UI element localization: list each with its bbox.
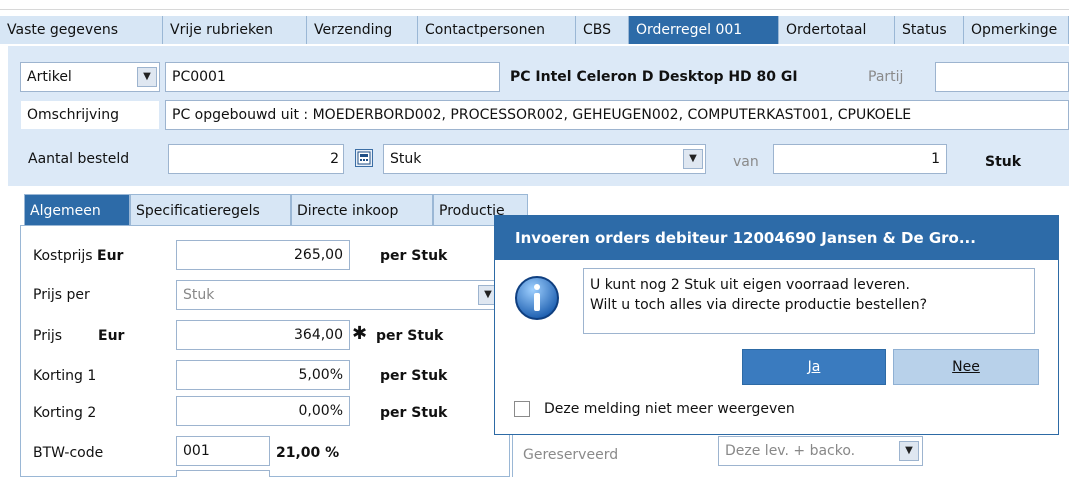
- chevron-down-icon[interactable]: ▼: [683, 149, 703, 169]
- prijs-input[interactable]: 364,00: [176, 320, 350, 350]
- nee-button-label: Nee: [952, 359, 980, 375]
- partij-label: Partij: [868, 69, 904, 85]
- tab-specificatieregels[interactable]: Specificatieregels: [130, 194, 291, 226]
- korting1-label: Korting 1: [33, 368, 97, 384]
- dialog-message-line2: Wilt u toch alles via directe productie …: [590, 297, 928, 313]
- tab-contactpersonen[interactable]: Contactpersonen: [418, 16, 576, 44]
- korting2-unit: per Stuk: [380, 405, 448, 421]
- calculator-icon[interactable]: [355, 149, 373, 167]
- btw-percentage: 21,00 %: [276, 445, 340, 461]
- korting1-input[interactable]: 5,00%: [176, 360, 350, 390]
- asterisk-icon: ✱: [352, 323, 368, 344]
- chevron-down-icon[interactable]: ▼: [899, 441, 919, 461]
- omschrijving-label: Omschrijving: [27, 107, 119, 123]
- tab-orderregel-001[interactable]: Orderregel 001: [629, 16, 779, 44]
- prijs-label-text: Prijs: [33, 328, 63, 344]
- tab-vrije-rubrieken[interactable]: Vrije rubrieken: [163, 16, 307, 44]
- eenheid-select[interactable]: Stuk: [383, 144, 706, 174]
- van-label: van: [733, 154, 759, 170]
- dialog-title: Invoeren orders debiteur 12004690 Jansen…: [495, 216, 1058, 260]
- kostprijs-input[interactable]: 265,00: [176, 240, 350, 270]
- partij-input[interactable]: [935, 62, 1069, 92]
- ja-button-label: Ja: [807, 359, 821, 375]
- van-input[interactable]: 1: [773, 144, 947, 174]
- tab-cbs[interactable]: CBS: [576, 16, 629, 44]
- prijs-per-label: Prijs per: [33, 287, 90, 303]
- btw-code-input[interactable]: 001: [176, 436, 270, 466]
- info-icon: [513, 274, 561, 322]
- kostprijs-label-text: Kostprijs: [33, 248, 93, 264]
- dialog-message: U kunt nog 2 Stuk uit eigen voorraad lev…: [583, 268, 1035, 334]
- nee-button[interactable]: Nee: [893, 349, 1039, 385]
- prijs-per-select[interactable]: Stuk: [176, 280, 498, 310]
- gereserveerd-select[interactable]: Deze lev. + backo.: [718, 436, 923, 466]
- kostprijs-label: Kostprijs Eur: [33, 246, 123, 266]
- gereserveerd-label: Gereserveerd: [523, 447, 619, 463]
- korting1-unit: per Stuk: [380, 368, 448, 384]
- btw-code-label: BTW-code: [33, 445, 104, 461]
- top-tab-bar: Vaste gegevens Vrije rubrieken Verzendin…: [0, 16, 1069, 44]
- tab-directe-inkoop[interactable]: Directe inkoop: [291, 194, 433, 226]
- top-edge: [0, 0, 1069, 10]
- dialog-message-line1: U kunt nog 2 Stuk uit eigen voorraad lev…: [590, 277, 910, 293]
- tab-algemeen[interactable]: Algemeen: [24, 194, 130, 226]
- prijs-label: Prijs Eur: [33, 326, 124, 346]
- tab-opmerkingen[interactable]: Opmerkinge: [964, 16, 1069, 44]
- ja-button[interactable]: Ja: [742, 349, 886, 385]
- omschrijving-input[interactable]: PC opgebouwd uit : MOEDERBORD002, PROCES…: [165, 100, 1069, 130]
- confirmation-dialog: Invoeren orders debiteur 12004690 Jansen…: [494, 215, 1059, 435]
- artikel-select-label: Artikel: [27, 69, 72, 85]
- currency-label: Eur: [97, 248, 124, 264]
- artikel-code-input[interactable]: PC0001: [165, 62, 500, 92]
- omschrijving-label-cell: Omschrijving: [20, 100, 160, 130]
- sub-tab-bar: Algemeen Specificatieregels Directe inko…: [8, 194, 528, 226]
- van-unit: Stuk: [985, 154, 1022, 170]
- dont-show-again-label: Deze melding niet meer weergeven: [544, 401, 795, 417]
- korting2-input[interactable]: 0,00%: [176, 396, 350, 426]
- aantal-besteld-input[interactable]: 2: [168, 144, 344, 174]
- korting2-label: Korting 2: [33, 405, 97, 421]
- artikel-description: PC Intel Celeron D Desktop HD 80 GI: [510, 69, 798, 85]
- dont-show-again-checkbox[interactable]: [514, 401, 530, 417]
- tab-ordertotaal[interactable]: Ordertotaal: [779, 16, 895, 44]
- tab-verzending[interactable]: Verzending: [307, 16, 418, 44]
- currency-label: Eur: [98, 328, 125, 344]
- tab-vaste-gegevens[interactable]: Vaste gegevens: [0, 16, 163, 44]
- prijs-unit: per Stuk: [376, 328, 444, 344]
- next-field-input[interactable]: [176, 470, 270, 477]
- tab-status[interactable]: Status: [895, 16, 964, 44]
- chevron-down-icon[interactable]: ▼: [137, 67, 157, 87]
- aantal-besteld-label: Aantal besteld: [28, 151, 130, 167]
- kostprijs-unit: per Stuk: [380, 248, 448, 264]
